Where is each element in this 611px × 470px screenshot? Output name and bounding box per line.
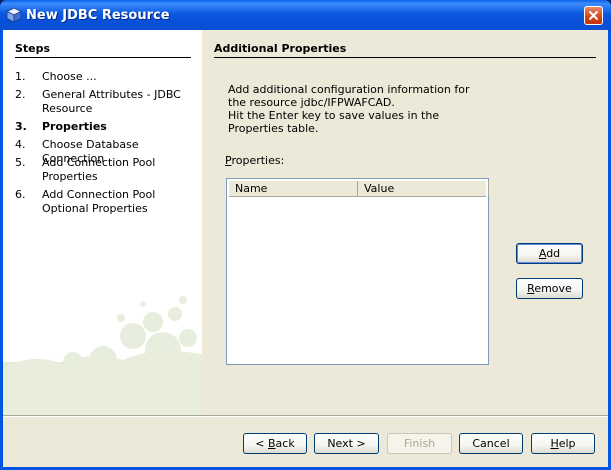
label-text: roperties: — [231, 154, 285, 167]
footer-divider — [3, 415, 608, 417]
back-button[interactable]: < Back — [243, 433, 307, 454]
remove-button[interactable]: Remove — [516, 278, 583, 299]
step-number: 1. — [15, 70, 26, 83]
window-title: New JDBC Resource — [26, 8, 170, 23]
step-number: 5. — [15, 156, 26, 169]
step-number: 4. — [15, 138, 26, 151]
add-button[interactable]: Add — [516, 243, 583, 264]
button-label: dd — [546, 247, 561, 260]
step-label: Add Connection Pool Optional Properties — [42, 188, 156, 215]
properties-label: Properties: — [225, 154, 284, 167]
dialog-window: New JDBC Resource Steps 1. Choose ... 2.… — [0, 0, 611, 470]
help-button[interactable]: Help — [531, 433, 595, 454]
step-label: Choose ... — [42, 70, 97, 83]
button-label: elp — [558, 437, 576, 450]
button-label: emove — [534, 282, 572, 295]
step-number: 2. — [15, 88, 26, 101]
description-line: Add additional configuration information… — [228, 83, 470, 109]
close-button[interactable] — [584, 6, 603, 25]
steps-divider — [15, 57, 191, 58]
step-label: Properties — [42, 120, 107, 133]
steps-panel: Steps 1. Choose ... 2. General Attribute… — [3, 30, 202, 415]
dialog-client-area: Steps 1. Choose ... 2. General Attribute… — [3, 30, 608, 467]
cube-icon — [6, 7, 22, 23]
step-number: 6. — [15, 188, 26, 201]
column-header-value[interactable]: Value — [358, 181, 489, 196]
splash-decoration — [3, 296, 202, 415]
finish-button[interactable]: Finish — [387, 433, 452, 454]
table-header: Name Value — [229, 181, 489, 197]
properties-table[interactable]: Name Value — [226, 178, 489, 365]
step-label: General Attributes - JDBC Resource — [42, 88, 181, 115]
button-label: ack — [275, 437, 295, 450]
steps-title: Steps — [15, 42, 51, 55]
content-divider — [214, 57, 596, 58]
column-header-name[interactable]: Name — [229, 181, 358, 196]
mnemonic: H — [550, 437, 559, 450]
description-line: Hit the Enter key to save values in the … — [228, 109, 440, 135]
page-title: Additional Properties — [214, 42, 347, 55]
title-bar[interactable]: New JDBC Resource — [0, 0, 611, 30]
close-icon — [588, 10, 599, 21]
step-label: Add Connection Pool Properties — [42, 156, 156, 183]
cancel-button[interactable]: Cancel — [459, 433, 523, 454]
button-label: < — [255, 437, 268, 450]
next-button[interactable]: Next > — [314, 433, 379, 454]
step-number: 3. — [15, 120, 27, 133]
mnemonic: B — [268, 437, 276, 450]
description: Add additional configuration information… — [228, 83, 478, 135]
content-panel: Additional Properties Add additional con… — [202, 30, 608, 415]
